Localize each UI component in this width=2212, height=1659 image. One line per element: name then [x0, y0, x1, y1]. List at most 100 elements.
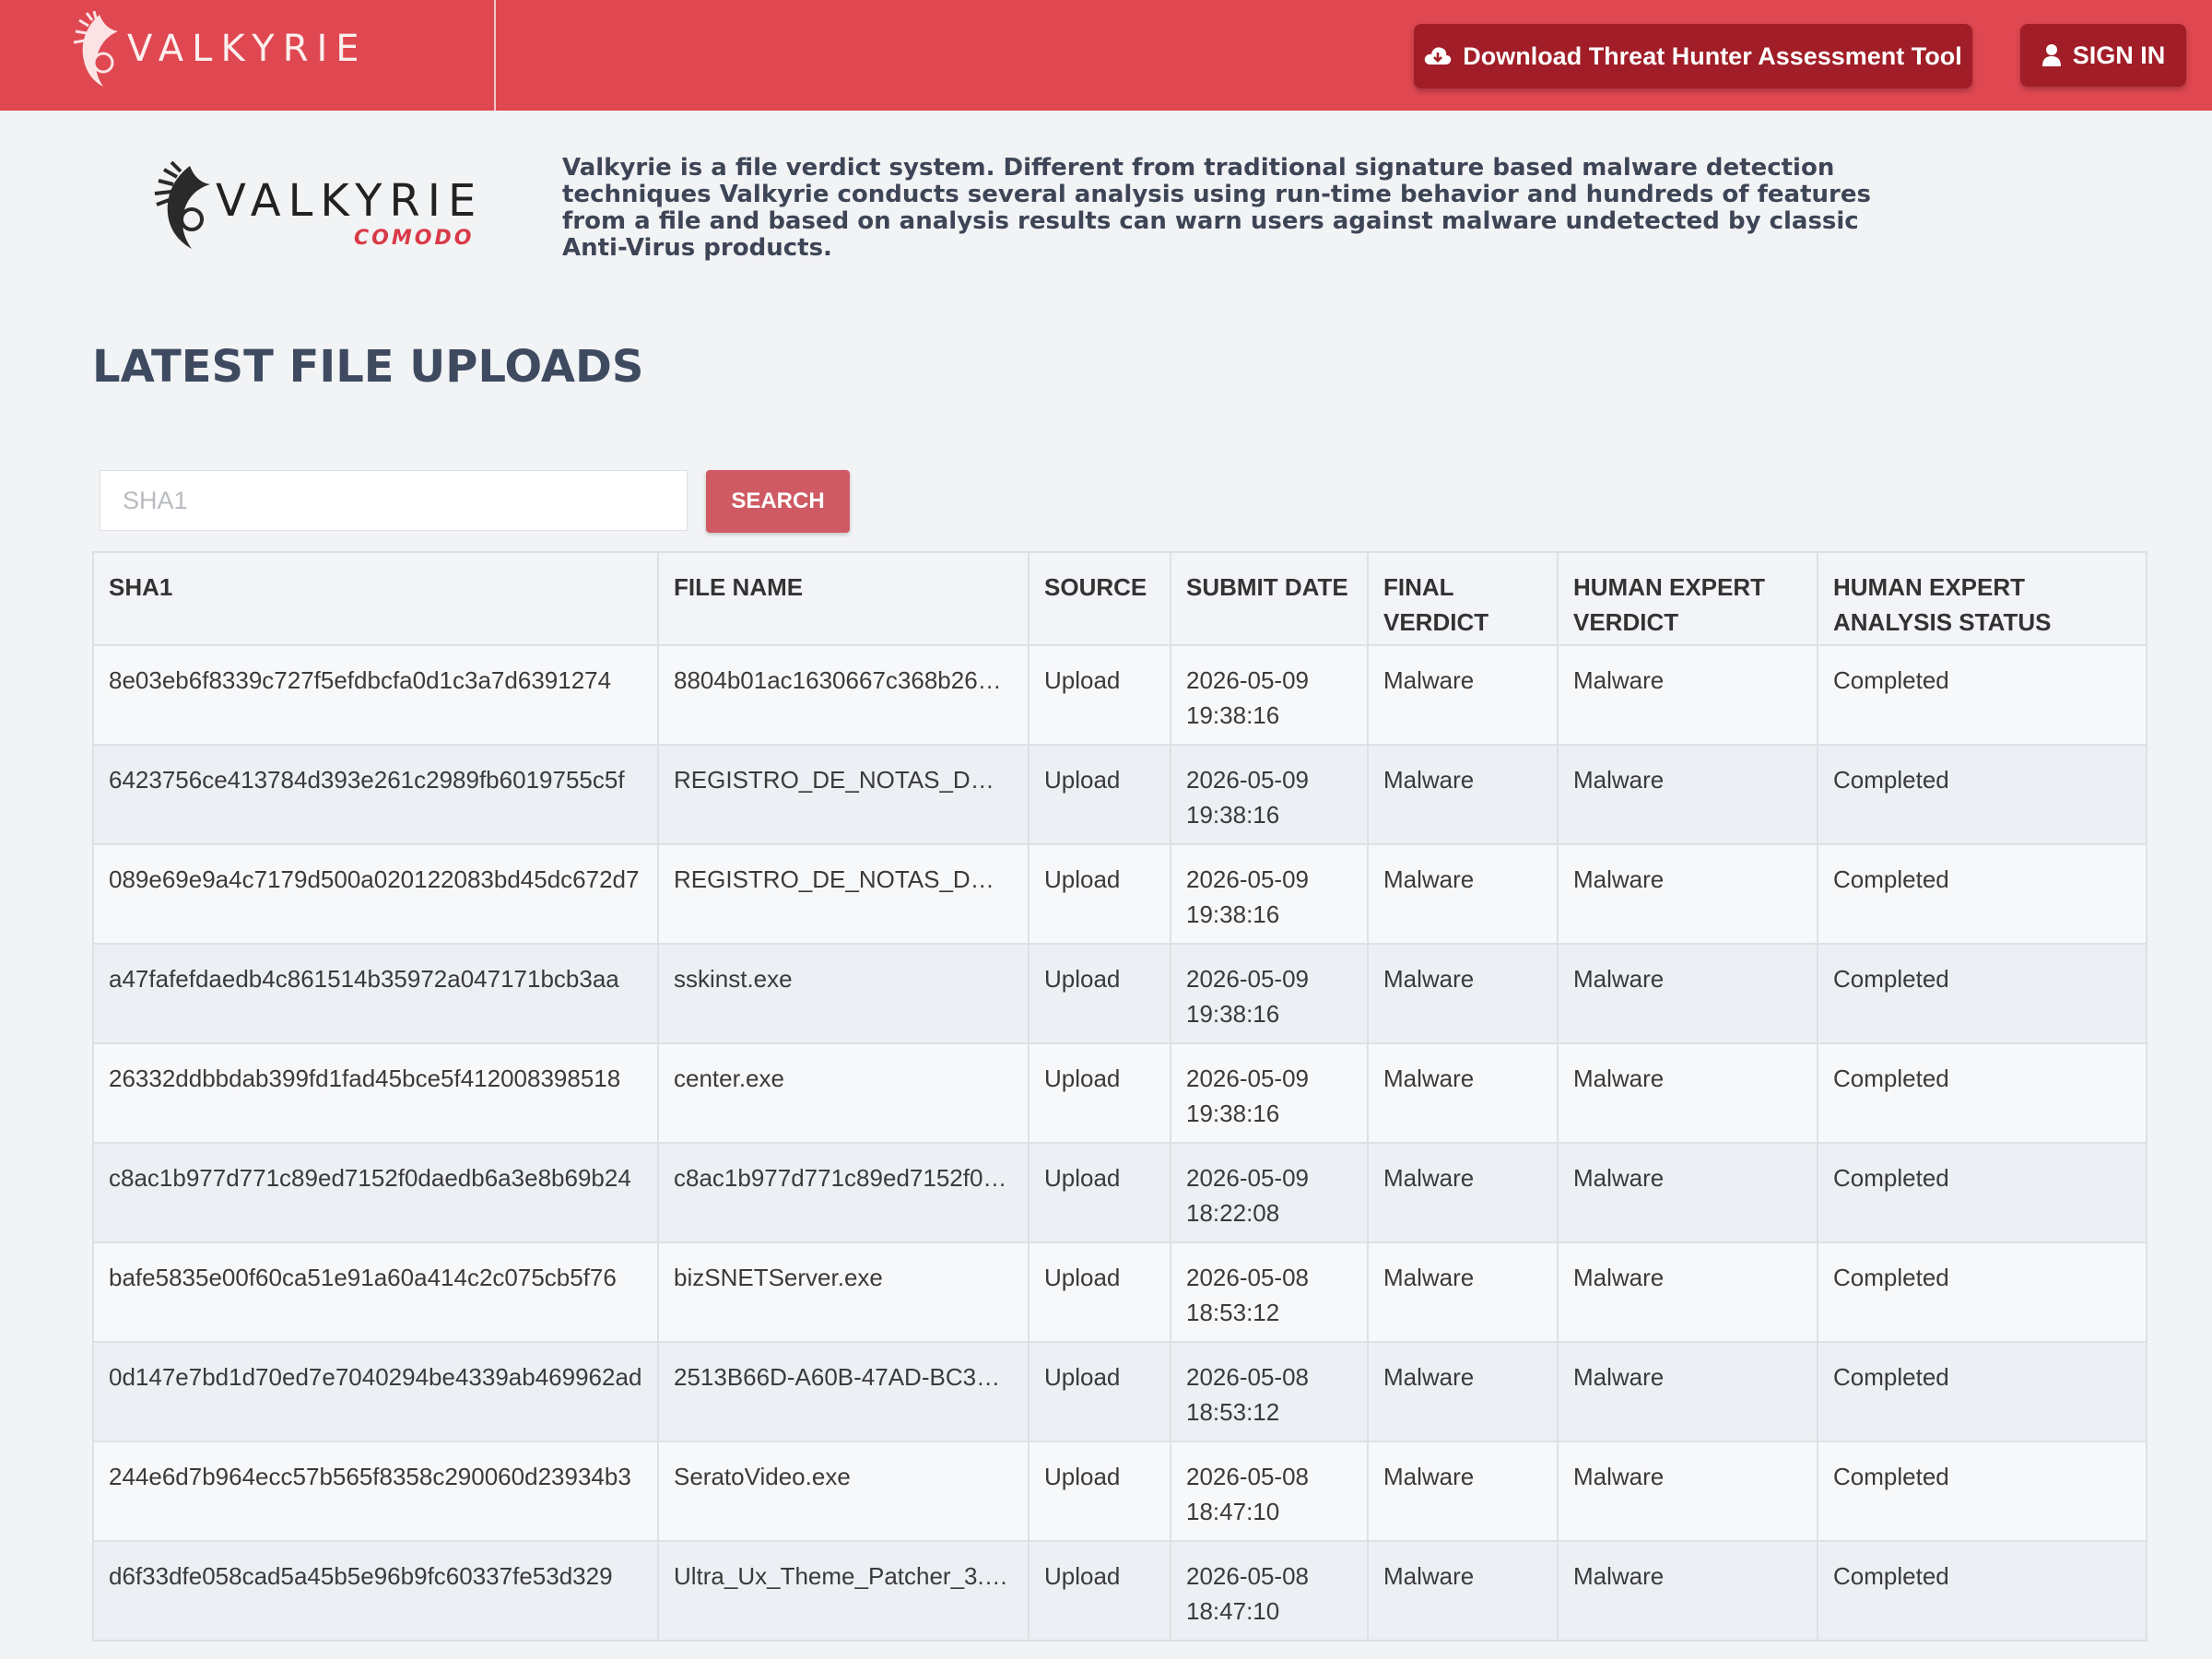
table-row[interactable]: d6f33dfe058cad5a45b5e96b9fc60337fe53d329… [94, 1541, 2146, 1641]
submit-date: 2026-05-09 [1186, 766, 1309, 794]
final-verdict-cell: Malware [1368, 1043, 1559, 1144]
intro-description: Valkyrie is a file verdict system. Diffe… [562, 154, 1871, 262]
search-button[interactable]: SEARCH [706, 470, 850, 533]
expert-verdict-cell: Malware [1558, 944, 1818, 1044]
column-header-file-name[interactable]: FILE NAME [658, 553, 1030, 646]
submit-date: 2026-05-08 [1186, 1463, 1309, 1490]
column-header-expert-verdict[interactable]: HUMAN EXPERT VERDICT [1558, 553, 1818, 646]
expert-verdict-cell: Malware [1558, 1342, 1818, 1442]
final-verdict-cell: Malware [1368, 1342, 1559, 1442]
sha1-cell[interactable]: c8ac1b977d771c89ed7152f0daedb6a3e8b69b24 [94, 1143, 659, 1243]
submit-date-cell: 2026-05-09 19:38:16 [1171, 645, 1369, 746]
user-icon [2041, 44, 2061, 66]
table-row[interactable]: 244e6d7b964ecc57b565f8358c290060d23934b3… [94, 1441, 2146, 1542]
expert-verdict-cell: Malware [1558, 645, 1818, 746]
download-tool-label: Download Threat Hunter Assessment Tool [1463, 41, 1962, 70]
sign-in-button[interactable]: SIGN IN [2020, 24, 2186, 87]
final-verdict-cell: Malware [1368, 944, 1559, 1044]
logo-wordmark: VALKYRIE [216, 175, 484, 227]
submit-date: 2026-05-09 [1186, 666, 1309, 694]
column-header-submit-date[interactable]: SUBMIT DATE [1171, 553, 1369, 646]
analysis-status-cell: Completed [1818, 1143, 2146, 1243]
table-row[interactable]: 26332ddbbdab399fd1fad45bce5f412008398518… [94, 1043, 2146, 1144]
source-cell: Upload [1029, 844, 1171, 945]
submit-time: 18:53:12 [1186, 1299, 1280, 1326]
file-name-cell: 2513B66D-A60B-47AD-BC3… [658, 1342, 1030, 1442]
expert-verdict-cell: Malware [1558, 844, 1818, 945]
table-header-row: SHA1 FILE NAME SOURCE SUBMIT DATE FINAL … [94, 553, 2146, 646]
file-name-cell: Ultra_Ux_Theme_Patcher_3.… [658, 1541, 1030, 1641]
source-cell: Upload [1029, 1541, 1171, 1641]
expert-verdict-cell: Malware [1558, 1143, 1818, 1243]
analysis-status-cell: Completed [1818, 645, 2146, 746]
sha1-cell[interactable]: 6423756ce413784d393e261c2989fb6019755c5f [94, 745, 659, 845]
download-tool-button[interactable]: Download Threat Hunter Assessment Tool [1414, 24, 1972, 88]
submit-date: 2026-05-09 [1186, 1164, 1309, 1192]
submit-date-cell: 2026-05-08 18:53:12 [1171, 1242, 1369, 1343]
submit-time: 19:38:16 [1186, 1100, 1280, 1127]
submit-date-cell: 2026-05-09 19:38:16 [1171, 844, 1369, 945]
submit-date: 2026-05-09 [1186, 865, 1309, 893]
expert-verdict-cell: Malware [1558, 1441, 1818, 1542]
final-verdict-cell: Malware [1368, 645, 1559, 746]
analysis-status-cell: Completed [1818, 944, 2146, 1044]
table-row[interactable]: bafe5835e00f60ca51e91a60a414c2c075cb5f76… [94, 1242, 2146, 1343]
submit-time: 18:47:10 [1186, 1597, 1280, 1625]
sha1-cell[interactable]: 8e03eb6f8339c727f5efdbcfa0d1c3a7d6391274 [94, 645, 659, 746]
submit-date-cell: 2026-05-09 19:38:16 [1171, 1043, 1369, 1144]
table-row[interactable]: 6423756ce413784d393e261c2989fb6019755c5f… [94, 745, 2146, 845]
final-verdict-cell: Malware [1368, 844, 1559, 945]
sha1-cell[interactable]: d6f33dfe058cad5a45b5e96b9fc60337fe53d329 [94, 1541, 659, 1641]
column-header-final-verdict[interactable]: FINAL VERDICT [1368, 553, 1559, 646]
sha1-cell[interactable]: 089e69e9a4c7179d500a020122083bd45dc672d7 [94, 844, 659, 945]
valkyrie-comodo-logo: VALKYRIE COMODO [153, 157, 485, 258]
submit-time: 19:38:16 [1186, 1000, 1280, 1028]
final-verdict-cell: Malware [1368, 1441, 1559, 1542]
table-row[interactable]: 089e69e9a4c7179d500a020122083bd45dc672d7… [94, 844, 2146, 945]
column-header-source[interactable]: SOURCE [1029, 553, 1171, 646]
table-row[interactable]: a47fafefdaedb4c861514b35972a047171bcb3aa… [94, 944, 2146, 1044]
file-name-cell: SeratoVideo.exe [658, 1441, 1030, 1542]
submit-date: 2026-05-08 [1186, 1562, 1309, 1590]
source-cell: Upload [1029, 745, 1171, 845]
submit-time: 18:47:10 [1186, 1498, 1280, 1525]
sha1-cell[interactable]: 244e6d7b964ecc57b565f8358c290060d23934b3 [94, 1441, 659, 1542]
expert-verdict-cell: Malware [1558, 1242, 1818, 1343]
file-name-cell: sskinst.exe [658, 944, 1030, 1044]
submit-date-cell: 2026-05-09 19:38:16 [1171, 745, 1369, 845]
submit-date-cell: 2026-05-09 19:38:16 [1171, 944, 1369, 1044]
cloud-download-icon [1424, 47, 1452, 65]
submit-date: 2026-05-09 [1186, 1065, 1309, 1092]
source-cell: Upload [1029, 1342, 1171, 1442]
source-cell: Upload [1029, 1143, 1171, 1243]
final-verdict-cell: Malware [1368, 1143, 1559, 1243]
submit-date-cell: 2026-05-08 18:53:12 [1171, 1342, 1369, 1442]
analysis-status-cell: Completed [1818, 745, 2146, 845]
brand-text: VALKYRIE [127, 28, 368, 70]
sha1-search-input[interactable] [100, 470, 688, 531]
source-cell: Upload [1029, 944, 1171, 1044]
expert-verdict-cell: Malware [1558, 1541, 1818, 1641]
column-header-analysis-status[interactable]: HUMAN EXPERT ANALYSIS STATUS [1818, 553, 2146, 646]
column-header-sha1[interactable]: SHA1 [94, 553, 659, 646]
brand-logo[interactable]: VALKYRIE [0, 0, 496, 111]
submit-time: 19:38:16 [1186, 801, 1280, 829]
table-row[interactable]: 8e03eb6f8339c727f5efdbcfa0d1c3a7d6391274… [94, 645, 2146, 746]
submit-time: 19:38:16 [1186, 701, 1280, 729]
expert-verdict-cell: Malware [1558, 745, 1818, 845]
sha1-cell[interactable]: 0d147e7bd1d70ed7e7040294be4339ab469962ad [94, 1342, 659, 1442]
analysis-status-cell: Completed [1818, 1242, 2146, 1343]
top-navbar: VALKYRIE Download Threat Hunter Assessme… [0, 0, 2212, 111]
sha1-cell[interactable]: a47fafefdaedb4c861514b35972a047171bcb3aa [94, 944, 659, 1044]
sha1-cell[interactable]: 26332ddbbdab399fd1fad45bce5f412008398518 [94, 1043, 659, 1144]
sha1-cell[interactable]: bafe5835e00f60ca51e91a60a414c2c075cb5f76 [94, 1242, 659, 1343]
file-name-cell: c8ac1b977d771c89ed7152f0… [658, 1143, 1030, 1243]
table-row[interactable]: c8ac1b977d771c89ed7152f0daedb6a3e8b69b24… [94, 1143, 2146, 1243]
analysis-status-cell: Completed [1818, 844, 2146, 945]
page-title: LATEST FILE UPLOADS [92, 341, 644, 393]
file-name-cell: REGISTRO_DE_NOTAS_D… [658, 844, 1030, 945]
file-name-cell: bizSNETServer.exe [658, 1242, 1030, 1343]
table-row[interactable]: 0d147e7bd1d70ed7e7040294be4339ab469962ad… [94, 1342, 2146, 1442]
submit-date-cell: 2026-05-08 18:47:10 [1171, 1541, 1369, 1641]
file-name-cell: 8804b01ac1630667c368b26… [658, 645, 1030, 746]
